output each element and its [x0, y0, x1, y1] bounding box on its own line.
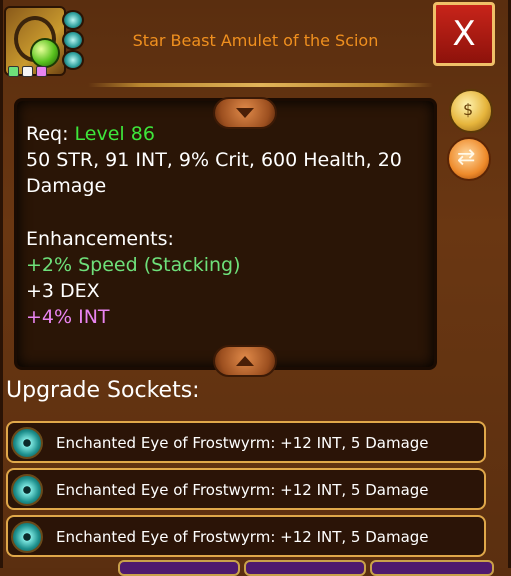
socket-label: Enchanted Eye of Frostwyrm: +12 INT, 5 D…: [56, 481, 429, 499]
arrow-down-icon: [236, 108, 254, 118]
stats-line-2: Damage: [26, 175, 107, 197]
bottom-tab-1[interactable]: [118, 560, 240, 576]
bottom-tab-2[interactable]: [244, 560, 366, 576]
enhancements-header: Enhancements:: [26, 228, 174, 250]
mini-socket-icon: [62, 30, 84, 50]
gem-icon: [30, 38, 60, 68]
mini-socket-icon: [62, 10, 84, 30]
req-level: Level 86: [74, 123, 155, 145]
scroll-down-button[interactable]: [213, 97, 277, 129]
chip-green: [8, 66, 19, 77]
coin-bag-icon: $: [463, 100, 474, 119]
mini-socket-icon: [62, 50, 84, 70]
header-divider: [88, 83, 433, 87]
item-details-panel[interactable]: Req: Level 86 50 STR, 91 INT, 9% Crit, 6…: [14, 97, 437, 377]
requirement-line: Req: Level 86: [26, 121, 155, 147]
enhancement-speed: +2% Speed (Stacking): [26, 254, 241, 276]
upgrade-sockets-header: Upgrade Sockets:: [6, 378, 200, 403]
socket-row-1[interactable]: Enchanted Eye of Frostwyrm: +12 INT, 5 D…: [6, 421, 486, 463]
enhancement-int: +4% INT: [26, 306, 110, 328]
chip-pink: [36, 66, 47, 77]
frostwyrm-eye-icon: [11, 521, 43, 553]
scroll-up-button[interactable]: [213, 345, 277, 377]
frostwyrm-eye-icon: [11, 427, 43, 459]
frostwyrm-eye-icon: [11, 474, 43, 506]
chip-white: [22, 66, 33, 77]
amulet-icon: [4, 6, 84, 77]
swap-arrows-icon: ⇄: [457, 145, 476, 170]
arrow-up-icon: [236, 356, 254, 366]
close-button[interactable]: X: [433, 2, 495, 66]
socket-label: Enchanted Eye of Frostwyrm: +12 INT, 5 D…: [56, 434, 429, 452]
stats-line-1: 50 STR, 91 INT, 9% Crit, 600 Health, 20: [26, 149, 402, 171]
socket-label: Enchanted Eye of Frostwyrm: +12 INT, 5 D…: [56, 528, 429, 546]
swap-button[interactable]: ⇄: [447, 137, 491, 181]
enhancement-dex: +3 DEX: [26, 280, 100, 302]
item-title: Star Beast Amulet of the Scion: [132, 31, 379, 50]
enhancement-chips: [8, 66, 47, 77]
socket-row-3[interactable]: Enchanted Eye of Frostwyrm: +12 INT, 5 D…: [6, 515, 486, 557]
socket-row-2[interactable]: Enchanted Eye of Frostwyrm: +12 INT, 5 D…: [6, 468, 486, 510]
bottom-tab-3[interactable]: [370, 560, 494, 576]
req-label: Req:: [26, 123, 69, 145]
sell-button[interactable]: $: [449, 89, 493, 133]
